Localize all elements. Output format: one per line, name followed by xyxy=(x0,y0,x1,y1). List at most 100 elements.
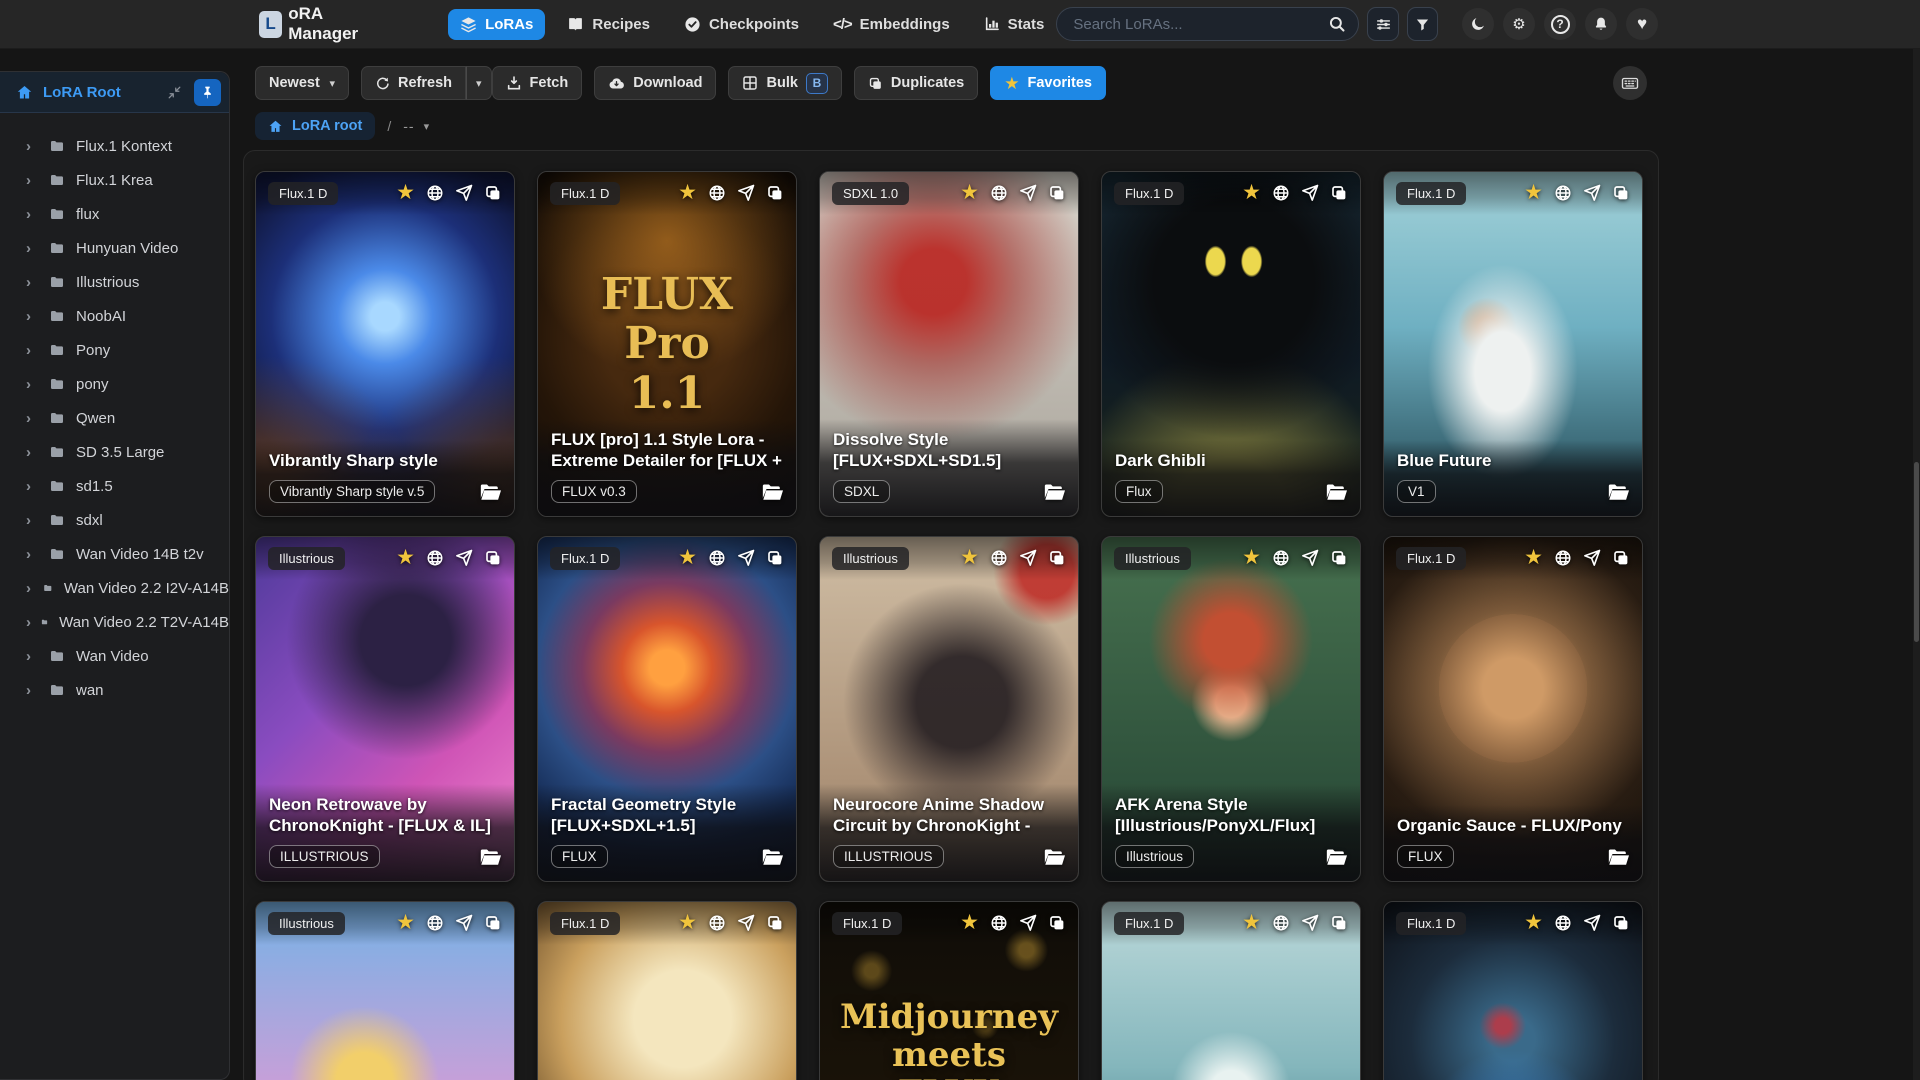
chevron-right-icon[interactable]: › xyxy=(26,648,40,665)
lora-card[interactable]: Illustrious ★ AFK Arena Style [Illustrio… xyxy=(1101,536,1361,882)
nav-item-checkpoints[interactable]: Checkpoints xyxy=(672,9,811,40)
lora-card[interactable]: Flux.1 D ★ FLUX Pro 1.1 FLUX [pro] 1.1 S… xyxy=(537,171,797,517)
sidebar-folder-item[interactable]: › Flux.1 Krea xyxy=(0,163,229,197)
civitai-globe-icon[interactable] xyxy=(1272,184,1290,202)
send-icon[interactable] xyxy=(1583,184,1601,202)
open-folder-icon[interactable] xyxy=(1607,481,1629,503)
filter-sliders-button[interactable] xyxy=(1367,7,1399,41)
copy-icon[interactable] xyxy=(1330,914,1348,932)
sidebar-folder-item[interactable]: › pony xyxy=(0,367,229,401)
lora-card[interactable]: Flux.1 D ★ xyxy=(537,901,797,1080)
send-icon[interactable] xyxy=(1019,914,1037,932)
civitai-globe-icon[interactable] xyxy=(426,914,444,932)
chevron-right-icon[interactable]: › xyxy=(26,274,40,291)
copy-icon[interactable] xyxy=(484,549,502,567)
send-icon[interactable] xyxy=(1583,914,1601,932)
filter-funnel-button[interactable] xyxy=(1406,7,1439,41)
send-icon[interactable] xyxy=(737,184,755,202)
lora-card[interactable]: Flux.1 D ★ Midjourney meets FLUX xyxy=(819,901,1079,1080)
theme-toggle-button[interactable] xyxy=(1462,8,1495,40)
sort-select[interactable]: Newest ▾ xyxy=(255,66,349,100)
lora-card[interactable]: Flux.1 D ★ Vibrantly Sharp style Vibrant… xyxy=(255,171,515,517)
search-icon[interactable] xyxy=(1328,15,1346,33)
open-folder-icon[interactable] xyxy=(479,481,501,503)
lora-card[interactable]: Flux.1 D ★ Fractal Geometry Style [FLUX+… xyxy=(537,536,797,882)
civitai-globe-icon[interactable] xyxy=(708,914,726,932)
copy-icon[interactable] xyxy=(1330,184,1348,202)
copy-icon[interactable] xyxy=(1048,184,1066,202)
sidebar-folder-item[interactable]: › SD 3.5 Large xyxy=(0,435,229,469)
send-icon[interactable] xyxy=(1583,549,1601,567)
settings-button[interactable]: ⚙ xyxy=(1503,8,1536,40)
chevron-right-icon[interactable]: › xyxy=(26,546,40,563)
copy-icon[interactable] xyxy=(766,914,784,932)
notifications-button[interactable] xyxy=(1585,8,1618,40)
send-icon[interactable] xyxy=(737,549,755,567)
civitai-globe-icon[interactable] xyxy=(1554,184,1572,202)
send-icon[interactable] xyxy=(455,549,473,567)
sidebar-folder-item[interactable]: › Hunyuan Video xyxy=(0,231,229,265)
chevron-right-icon[interactable]: › xyxy=(26,376,40,393)
copy-icon[interactable] xyxy=(1330,549,1348,567)
open-folder-icon[interactable] xyxy=(1325,481,1347,503)
chevron-right-icon[interactable]: › xyxy=(26,240,40,257)
chevron-right-icon[interactable]: › xyxy=(26,172,40,189)
collapse-tree-button[interactable] xyxy=(163,81,186,104)
send-icon[interactable] xyxy=(1301,184,1319,202)
lora-card[interactable]: Illustrious ★ xyxy=(255,901,515,1080)
help-button[interactable]: ? xyxy=(1544,8,1577,40)
favorite-star-icon[interactable]: ★ xyxy=(960,182,979,203)
chevron-right-icon[interactable]: › xyxy=(26,308,40,325)
lora-card[interactable]: Flux.1 D ★ Blue Future V1 xyxy=(1383,171,1643,517)
app-logo[interactable]: L xyxy=(259,10,283,38)
copy-icon[interactable] xyxy=(1612,184,1630,202)
sidebar-folder-item[interactable]: › Wan Video 2.2 T2V-A14B xyxy=(0,605,229,639)
send-icon[interactable] xyxy=(737,914,755,932)
favorite-star-icon[interactable]: ★ xyxy=(396,182,415,203)
favorite-star-icon[interactable]: ★ xyxy=(396,912,415,933)
favorite-star-icon[interactable]: ★ xyxy=(1524,547,1543,568)
chevron-right-icon[interactable]: › xyxy=(26,410,40,427)
refresh-menu-button[interactable]: ▾ xyxy=(466,66,492,100)
civitai-globe-icon[interactable] xyxy=(990,914,1008,932)
civitai-globe-icon[interactable] xyxy=(1272,914,1290,932)
copy-icon[interactable] xyxy=(1612,914,1630,932)
chevron-right-icon[interactable]: › xyxy=(26,206,40,223)
open-folder-icon[interactable] xyxy=(1043,481,1065,503)
sidebar-folder-item[interactable]: › flux xyxy=(0,197,229,231)
lora-card[interactable]: Flux.1 D ★ xyxy=(1101,901,1361,1080)
chevron-right-icon[interactable]: › xyxy=(26,614,32,631)
support-button[interactable]: ♥ xyxy=(1626,8,1659,40)
copy-icon[interactable] xyxy=(1048,549,1066,567)
duplicates-button[interactable]: Duplicates xyxy=(853,66,979,100)
fetch-button[interactable]: Fetch xyxy=(491,66,583,100)
pin-sidebar-button[interactable] xyxy=(194,78,221,106)
copy-icon[interactable] xyxy=(1612,549,1630,567)
civitai-globe-icon[interactable] xyxy=(1554,914,1572,932)
open-folder-icon[interactable] xyxy=(479,846,501,868)
civitai-globe-icon[interactable] xyxy=(990,549,1008,567)
breadcrumb-root[interactable]: LoRA root xyxy=(255,112,376,140)
lora-card[interactable]: Flux.1 D ★ Organic Sauce - FLUX/Pony FLU… xyxy=(1383,536,1643,882)
open-folder-icon[interactable] xyxy=(1325,846,1347,868)
lora-card[interactable]: Illustrious ★ Neon Retrowave by ChronoKn… xyxy=(255,536,515,882)
favorite-star-icon[interactable]: ★ xyxy=(1242,547,1261,568)
open-folder-icon[interactable] xyxy=(761,846,783,868)
civitai-globe-icon[interactable] xyxy=(708,184,726,202)
chevron-right-icon[interactable]: › xyxy=(26,682,40,699)
send-icon[interactable] xyxy=(1301,914,1319,932)
favorites-filter-button[interactable]: ★ Favorites xyxy=(990,66,1106,100)
favorite-star-icon[interactable]: ★ xyxy=(1242,912,1261,933)
search-input[interactable] xyxy=(1056,7,1360,41)
chevron-right-icon[interactable]: › xyxy=(26,444,40,461)
refresh-button[interactable]: Refresh xyxy=(361,66,466,100)
open-folder-icon[interactable] xyxy=(761,481,783,503)
sidebar-folder-item[interactable]: › Illustrious xyxy=(0,265,229,299)
sidebar-folder-item[interactable]: › Wan Video xyxy=(0,639,229,673)
open-folder-icon[interactable] xyxy=(1043,846,1065,868)
sidebar-folder-item[interactable]: › Qwen xyxy=(0,401,229,435)
copy-icon[interactable] xyxy=(484,184,502,202)
civitai-globe-icon[interactable] xyxy=(426,184,444,202)
favorite-star-icon[interactable]: ★ xyxy=(1524,912,1543,933)
keyboard-shortcuts-button[interactable] xyxy=(1613,66,1647,100)
